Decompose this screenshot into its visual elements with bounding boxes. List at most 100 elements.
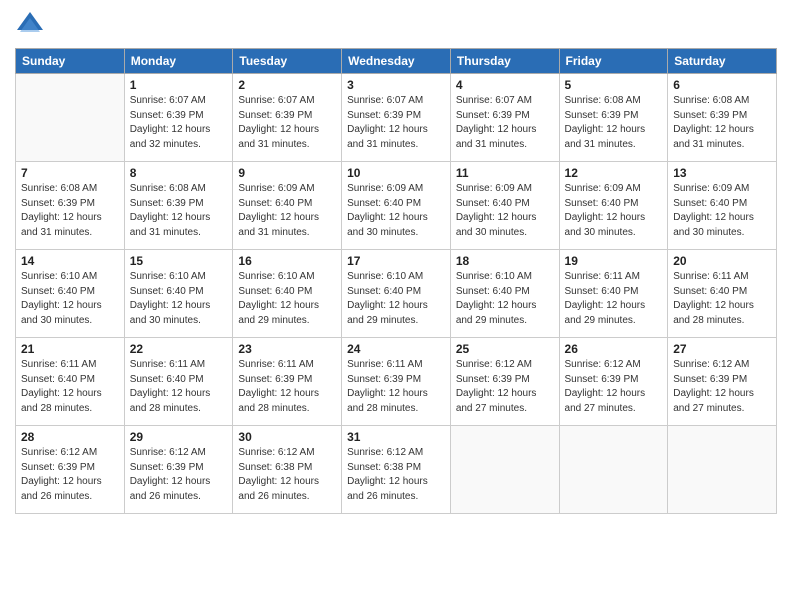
- calendar-cell: 30 Sunrise: 6:12 AM Sunset: 6:38 PM Dayli…: [233, 426, 342, 514]
- day-number: 30: [238, 430, 336, 444]
- weekday-header-wednesday: Wednesday: [342, 49, 451, 74]
- day-info: Sunrise: 6:10 AM Sunset: 6:40 PM Dayligh…: [456, 270, 554, 328]
- logo: [15, 10, 49, 40]
- weekday-header-friday: Friday: [559, 49, 668, 74]
- calendar-cell: 29 Sunrise: 6:12 AM Sunset: 6:39 PM Dayli…: [124, 426, 233, 514]
- weekday-header-monday: Monday: [124, 49, 233, 74]
- calendar-cell: 9 Sunrise: 6:09 AM Sunset: 6:40 PM Daylig…: [233, 162, 342, 250]
- weekday-row: SundayMondayTuesdayWednesdayThursdayFrid…: [16, 49, 777, 74]
- day-info: Sunrise: 6:10 AM Sunset: 6:40 PM Dayligh…: [238, 270, 336, 328]
- calendar-cell: 16 Sunrise: 6:10 AM Sunset: 6:40 PM Dayli…: [233, 250, 342, 338]
- day-number: 4: [456, 78, 554, 92]
- calendar-cell: [16, 74, 125, 162]
- calendar-cell: 6 Sunrise: 6:08 AM Sunset: 6:39 PM Daylig…: [668, 74, 777, 162]
- day-info: Sunrise: 6:09 AM Sunset: 6:40 PM Dayligh…: [456, 182, 554, 240]
- day-number: 25: [456, 342, 554, 356]
- weekday-header-tuesday: Tuesday: [233, 49, 342, 74]
- day-info: Sunrise: 6:11 AM Sunset: 6:40 PM Dayligh…: [673, 270, 771, 328]
- day-info: Sunrise: 6:11 AM Sunset: 6:40 PM Dayligh…: [130, 358, 228, 416]
- day-number: 29: [130, 430, 228, 444]
- day-number: 8: [130, 166, 228, 180]
- calendar-week-3: 14 Sunrise: 6:10 AM Sunset: 6:40 PM Dayli…: [16, 250, 777, 338]
- calendar-cell: 11 Sunrise: 6:09 AM Sunset: 6:40 PM Dayli…: [450, 162, 559, 250]
- calendar-cell: 4 Sunrise: 6:07 AM Sunset: 6:39 PM Daylig…: [450, 74, 559, 162]
- day-info: Sunrise: 6:11 AM Sunset: 6:39 PM Dayligh…: [347, 358, 445, 416]
- day-number: 21: [21, 342, 119, 356]
- day-number: 13: [673, 166, 771, 180]
- day-number: 1: [130, 78, 228, 92]
- calendar-cell: [450, 426, 559, 514]
- calendar-cell: 24Sunrise: 6:11 AM Sunset: 6:39 PM Dayli…: [342, 338, 451, 426]
- day-number: 3: [347, 78, 445, 92]
- day-info: Sunrise: 6:12 AM Sunset: 6:39 PM Dayligh…: [130, 446, 228, 504]
- day-number: 16: [238, 254, 336, 268]
- day-number: 31: [347, 430, 445, 444]
- calendar-header: SundayMondayTuesdayWednesdayThursdayFrid…: [16, 49, 777, 74]
- calendar-cell: 8Sunrise: 6:08 AM Sunset: 6:39 PM Daylig…: [124, 162, 233, 250]
- calendar-cell: 20 Sunrise: 6:11 AM Sunset: 6:40 PM Dayli…: [668, 250, 777, 338]
- day-info: Sunrise: 6:12 AM Sunset: 6:39 PM Dayligh…: [456, 358, 554, 416]
- calendar-cell: 2 Sunrise: 6:07 AM Sunset: 6:39 PM Daylig…: [233, 74, 342, 162]
- calendar-cell: 26 Sunrise: 6:12 AM Sunset: 6:39 PM Dayli…: [559, 338, 668, 426]
- day-number: 19: [565, 254, 663, 268]
- weekday-header-thursday: Thursday: [450, 49, 559, 74]
- day-info: Sunrise: 6:12 AM Sunset: 6:39 PM Dayligh…: [21, 446, 119, 504]
- calendar-body: 1 Sunrise: 6:07 AM Sunset: 6:39 PM Daylig…: [16, 74, 777, 514]
- day-info: Sunrise: 6:10 AM Sunset: 6:40 PM Dayligh…: [130, 270, 228, 328]
- day-info: Sunrise: 6:08 AM Sunset: 6:39 PM Dayligh…: [673, 94, 771, 152]
- day-number: 5: [565, 78, 663, 92]
- calendar-cell: 14 Sunrise: 6:10 AM Sunset: 6:40 PM Dayli…: [16, 250, 125, 338]
- day-number: 23: [238, 342, 336, 356]
- calendar-cell: 23 Sunrise: 6:11 AM Sunset: 6:39 PM Dayli…: [233, 338, 342, 426]
- calendar-cell: 27 Sunrise: 6:12 AM Sunset: 6:39 PM Dayli…: [668, 338, 777, 426]
- calendar-cell: 15 Sunrise: 6:10 AM Sunset: 6:40 PM Dayli…: [124, 250, 233, 338]
- calendar-week-5: 28 Sunrise: 6:12 AM Sunset: 6:39 PM Dayli…: [16, 426, 777, 514]
- day-info: Sunrise: 6:12 AM Sunset: 6:39 PM Dayligh…: [565, 358, 663, 416]
- day-number: 2: [238, 78, 336, 92]
- logo-icon: [15, 10, 45, 40]
- day-info: Sunrise: 6:09 AM Sunset: 6:40 PM Dayligh…: [565, 182, 663, 240]
- day-number: 18: [456, 254, 554, 268]
- day-number: 12: [565, 166, 663, 180]
- day-number: 28: [21, 430, 119, 444]
- day-info: Sunrise: 6:07 AM Sunset: 6:39 PM Dayligh…: [456, 94, 554, 152]
- day-number: 14: [21, 254, 119, 268]
- weekday-header-sunday: Sunday: [16, 49, 125, 74]
- day-info: Sunrise: 6:07 AM Sunset: 6:39 PM Dayligh…: [238, 94, 336, 152]
- day-info: Sunrise: 6:09 AM Sunset: 6:40 PM Dayligh…: [347, 182, 445, 240]
- day-number: 6: [673, 78, 771, 92]
- calendar-cell: 21 Sunrise: 6:11 AM Sunset: 6:40 PM Dayli…: [16, 338, 125, 426]
- day-info: Sunrise: 6:11 AM Sunset: 6:40 PM Dayligh…: [21, 358, 119, 416]
- calendar-week-1: 1 Sunrise: 6:07 AM Sunset: 6:39 PM Daylig…: [16, 74, 777, 162]
- calendar-cell: [668, 426, 777, 514]
- day-info: Sunrise: 6:07 AM Sunset: 6:39 PM Dayligh…: [347, 94, 445, 152]
- day-info: Sunrise: 6:08 AM Sunset: 6:39 PM Dayligh…: [21, 182, 119, 240]
- calendar-cell: 28 Sunrise: 6:12 AM Sunset: 6:39 PM Dayli…: [16, 426, 125, 514]
- calendar-cell: 7Sunrise: 6:08 AM Sunset: 6:39 PM Daylig…: [16, 162, 125, 250]
- day-info: Sunrise: 6:09 AM Sunset: 6:40 PM Dayligh…: [238, 182, 336, 240]
- calendar-cell: 25 Sunrise: 6:12 AM Sunset: 6:39 PM Dayli…: [450, 338, 559, 426]
- day-info: Sunrise: 6:07 AM Sunset: 6:39 PM Dayligh…: [130, 94, 228, 152]
- calendar-week-4: 21 Sunrise: 6:11 AM Sunset: 6:40 PM Dayli…: [16, 338, 777, 426]
- day-number: 26: [565, 342, 663, 356]
- day-number: 11: [456, 166, 554, 180]
- day-info: Sunrise: 6:11 AM Sunset: 6:39 PM Dayligh…: [238, 358, 336, 416]
- day-info: Sunrise: 6:12 AM Sunset: 6:38 PM Dayligh…: [238, 446, 336, 504]
- day-number: 20: [673, 254, 771, 268]
- day-info: Sunrise: 6:08 AM Sunset: 6:39 PM Dayligh…: [565, 94, 663, 152]
- day-info: Sunrise: 6:10 AM Sunset: 6:40 PM Dayligh…: [347, 270, 445, 328]
- calendar-cell: 5 Sunrise: 6:08 AM Sunset: 6:39 PM Daylig…: [559, 74, 668, 162]
- header: [15, 10, 777, 40]
- calendar-cell: 22Sunrise: 6:11 AM Sunset: 6:40 PM Dayli…: [124, 338, 233, 426]
- calendar-cell: 12 Sunrise: 6:09 AM Sunset: 6:40 PM Dayli…: [559, 162, 668, 250]
- day-info: Sunrise: 6:11 AM Sunset: 6:40 PM Dayligh…: [565, 270, 663, 328]
- day-number: 15: [130, 254, 228, 268]
- day-info: Sunrise: 6:12 AM Sunset: 6:39 PM Dayligh…: [673, 358, 771, 416]
- day-info: Sunrise: 6:10 AM Sunset: 6:40 PM Dayligh…: [21, 270, 119, 328]
- day-number: 10: [347, 166, 445, 180]
- day-number: 9: [238, 166, 336, 180]
- calendar-cell: 13Sunrise: 6:09 AM Sunset: 6:40 PM Dayli…: [668, 162, 777, 250]
- day-number: 27: [673, 342, 771, 356]
- calendar-cell: 19 Sunrise: 6:11 AM Sunset: 6:40 PM Dayli…: [559, 250, 668, 338]
- day-number: 17: [347, 254, 445, 268]
